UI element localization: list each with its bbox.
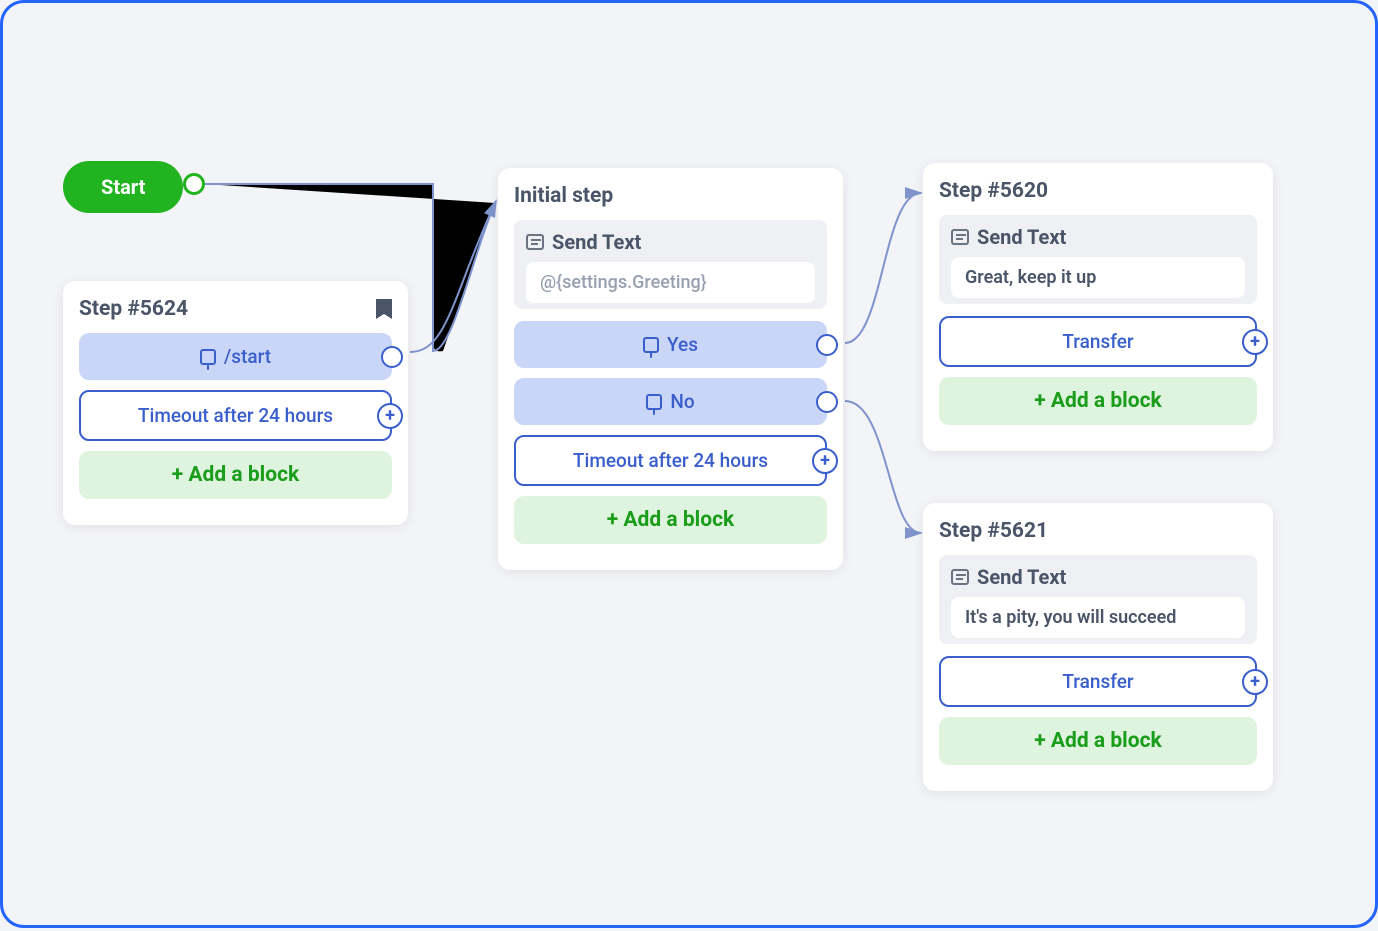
keyboard-label: Yes — [667, 333, 698, 356]
send-text-block[interactable]: Send Text Great, keep it up — [939, 215, 1257, 304]
node-title: Step #5621 — [939, 519, 1048, 543]
keyboard-icon — [200, 349, 216, 365]
send-text-block[interactable]: Send Text @{settings.Greeting} — [514, 220, 827, 309]
timeout-label: Timeout after 24 hours — [573, 449, 768, 472]
keyboard-block-no[interactable]: No — [514, 378, 827, 425]
node-title: Step #5620 — [939, 179, 1048, 203]
add-block-button[interactable]: + Add a block — [939, 377, 1257, 425]
add-block-label: + Add a block — [172, 463, 299, 487]
keyboard-block-start[interactable]: /start — [79, 333, 392, 380]
plus-icon[interactable]: + — [812, 448, 838, 474]
keyboard-label: No — [670, 390, 694, 413]
send-text-body[interactable]: Great, keep it up — [951, 257, 1245, 298]
step-node-5621[interactable]: Step #5621 Send Text It's a pity, you wi… — [923, 503, 1273, 791]
start-output-port[interactable] — [183, 173, 205, 195]
flow-canvas[interactable]: Start Step #5624 /start Timeout after 24… — [0, 0, 1378, 928]
transfer-label: Transfer — [1062, 670, 1133, 693]
keyboard-icon — [643, 337, 659, 353]
step-node-initial[interactable]: Initial step Send Text @{settings.Greeti… — [498, 168, 843, 570]
send-text-label: Send Text — [977, 565, 1066, 589]
plus-icon[interactable]: + — [1242, 329, 1268, 355]
timeout-label: Timeout after 24 hours — [138, 404, 333, 427]
add-block-button[interactable]: + Add a block — [514, 496, 827, 544]
send-text-label: Send Text — [977, 225, 1066, 249]
output-port[interactable] — [816, 334, 838, 356]
chat-icon — [951, 229, 969, 245]
chat-icon — [951, 569, 969, 585]
add-block-button[interactable]: + Add a block — [939, 717, 1257, 765]
node-title: Step #5624 — [79, 297, 188, 321]
plus-icon[interactable]: + — [377, 403, 403, 429]
send-text-label: Send Text — [552, 230, 641, 254]
output-port[interactable] — [816, 391, 838, 413]
keyboard-block-yes[interactable]: Yes — [514, 321, 827, 368]
send-text-body[interactable]: @{settings.Greeting} — [526, 262, 815, 303]
start-label: Start — [101, 175, 145, 199]
keyboard-icon — [646, 394, 662, 410]
transfer-block[interactable]: Transfer + — [939, 656, 1257, 707]
timeout-block[interactable]: Timeout after 24 hours + — [514, 435, 827, 486]
keyboard-label: /start — [224, 345, 271, 368]
output-port[interactable] — [381, 346, 403, 368]
add-block-label: + Add a block — [1034, 729, 1161, 753]
chat-icon — [526, 234, 544, 250]
start-node[interactable]: Start — [63, 161, 183, 213]
step-node-5624[interactable]: Step #5624 /start Timeout after 24 hours… — [63, 281, 408, 525]
bookmark-icon — [376, 299, 392, 319]
add-block-button[interactable]: + Add a block — [79, 451, 392, 499]
node-title: Initial step — [514, 184, 613, 208]
send-text-block[interactable]: Send Text It's a pity, you will succeed — [939, 555, 1257, 644]
plus-icon[interactable]: + — [1242, 669, 1268, 695]
timeout-block[interactable]: Timeout after 24 hours + — [79, 390, 392, 441]
transfer-label: Transfer — [1062, 330, 1133, 353]
send-text-body[interactable]: It's a pity, you will succeed — [951, 597, 1245, 638]
transfer-block[interactable]: Transfer + — [939, 316, 1257, 367]
add-block-label: + Add a block — [607, 508, 734, 532]
add-block-label: + Add a block — [1034, 389, 1161, 413]
step-node-5620[interactable]: Step #5620 Send Text Great, keep it up T… — [923, 163, 1273, 451]
